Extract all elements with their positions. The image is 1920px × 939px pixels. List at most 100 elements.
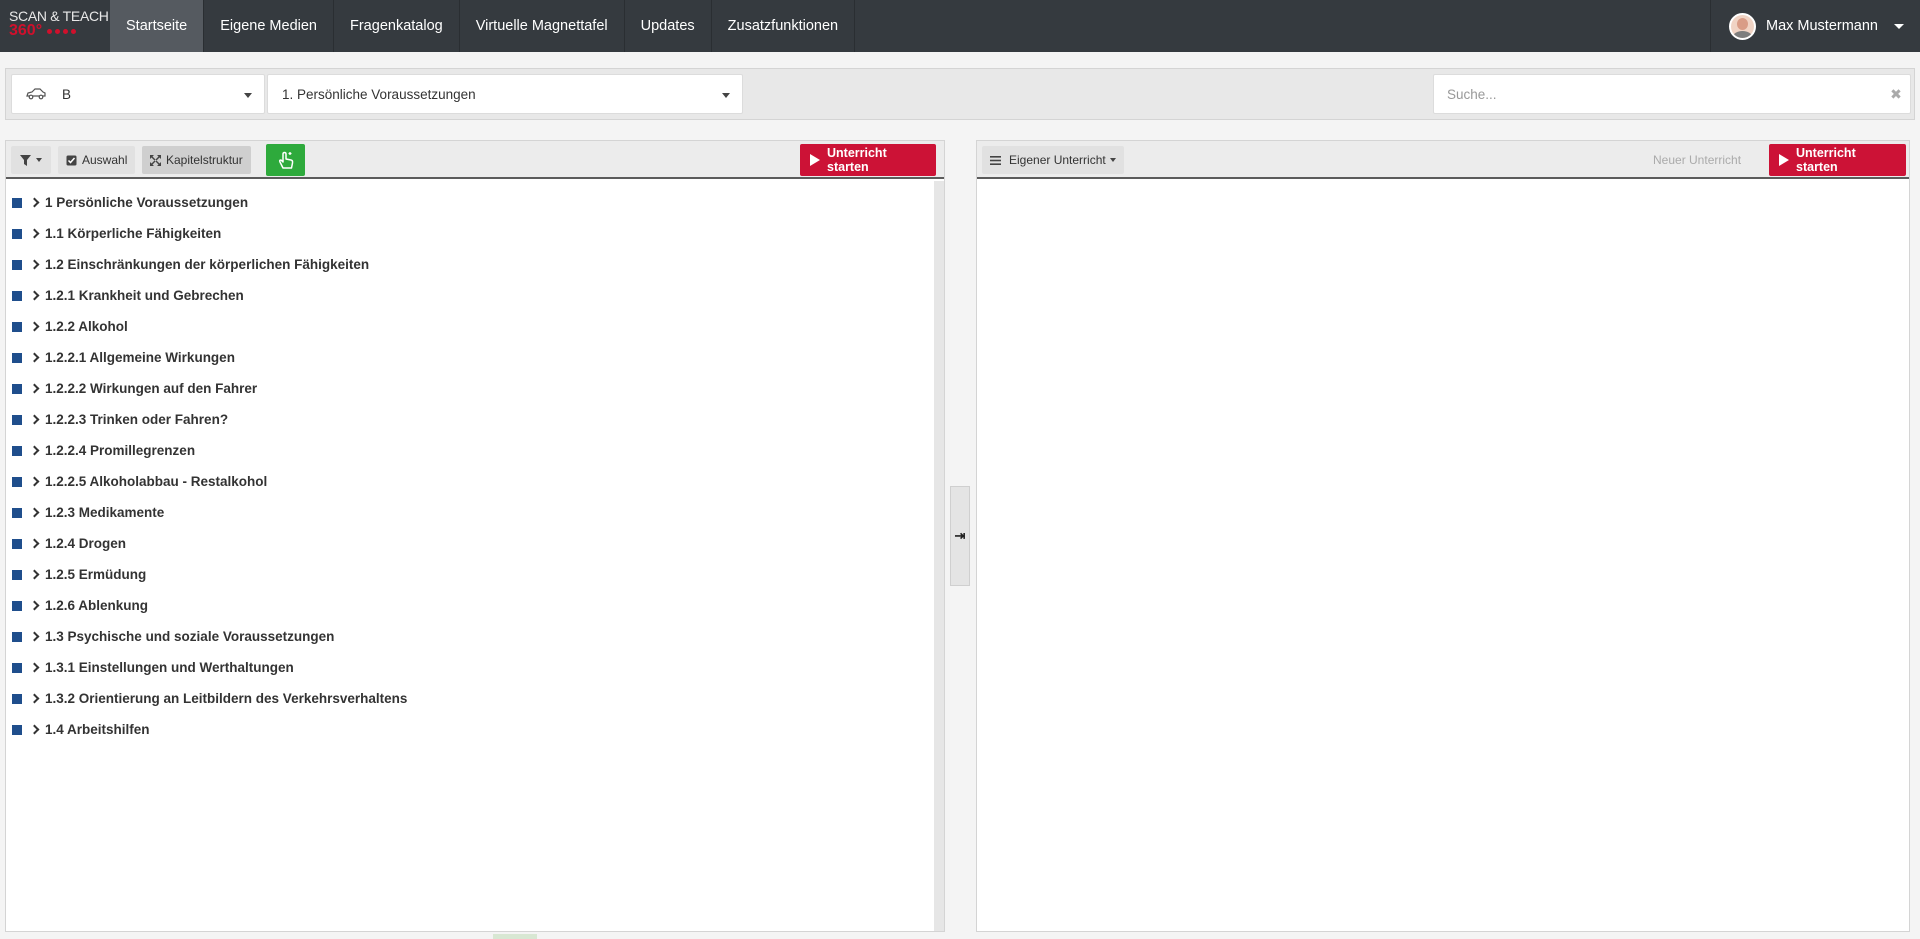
- chevron-right-icon[interactable]: [29, 724, 40, 735]
- auswahl-toggle[interactable]: Auswahl: [58, 146, 136, 174]
- tree-item-label: 1.1 Körperliche Fähigkeiten: [45, 226, 222, 241]
- class-select[interactable]: B: [11, 74, 265, 114]
- chapter-color-marker: [12, 476, 22, 487]
- tree-item[interactable]: 1.3 Psychische und soziale Voraussetzung…: [6, 621, 934, 652]
- chapter-color-marker: [12, 507, 22, 518]
- scrollbar[interactable]: [934, 181, 944, 931]
- chapter-panel-toolbar: Auswahl Kapitelstruktur Unterricht start…: [6, 141, 944, 179]
- tree-item[interactable]: 1.2.2.1 Allgemeine Wirkungen: [6, 342, 934, 373]
- arrow-right-to-bar-icon: ⇥: [954, 528, 966, 543]
- chevron-right-icon[interactable]: [29, 445, 40, 456]
- status-strip: [493, 934, 537, 939]
- tree-item[interactable]: 1.2.2.3 Trinken oder Fahren?: [6, 404, 934, 435]
- move-to-lesson-button[interactable]: ⇥: [950, 486, 970, 586]
- touch-mode-button[interactable]: [266, 144, 305, 176]
- chapter-color-marker: [12, 631, 22, 642]
- tree-item[interactable]: 1.2.1 Krankheit und Gebrechen: [6, 280, 934, 311]
- chevron-right-icon[interactable]: [29, 569, 40, 580]
- chapter-tree: 1 Persönliche Voraussetzungen 1.1 Körperl…: [6, 181, 934, 931]
- tree-item-label: 1.2.2.4 Promillegrenzen: [45, 443, 196, 458]
- chevron-right-icon[interactable]: [29, 259, 40, 270]
- top-navbar: SCAN & TEACH 360° Startseite Eigene Medi…: [0, 0, 1920, 52]
- tree-item-label: 1.3.1 Einstellungen und Werthaltungen: [45, 660, 294, 675]
- chevron-right-icon[interactable]: [29, 414, 40, 425]
- chapter-color-marker: [12, 414, 22, 425]
- auswahl-label: Auswahl: [82, 153, 128, 167]
- kapitelstruktur-toggle[interactable]: Kapitelstruktur: [142, 146, 251, 174]
- checkbox-icon: [66, 155, 77, 165]
- chapter-color-marker: [12, 383, 22, 394]
- tree-item[interactable]: 1.2.6 Ablenkung: [6, 590, 934, 621]
- search-field[interactable]: ✖: [1433, 74, 1911, 114]
- tree-item[interactable]: 1.2.2.2 Wirkungen auf den Fahrer: [6, 373, 934, 404]
- chevron-right-icon[interactable]: [29, 662, 40, 673]
- tree-item[interactable]: 1.3.1 Einstellungen und Werthaltungen: [6, 652, 934, 683]
- brand-logo[interactable]: SCAN & TEACH 360°: [0, 0, 110, 52]
- menu-icon: [990, 155, 1001, 165]
- tree-item[interactable]: 1.2.2.5 Alkoholabbau - Restalkohol: [6, 466, 934, 497]
- start-lesson-button-left[interactable]: Unterricht starten: [800, 144, 936, 176]
- own-lesson-menu[interactable]: Eigener Unterricht: [982, 146, 1124, 174]
- chapter-select-value: 1. Persönliche Voraussetzungen: [282, 86, 476, 102]
- chevron-right-icon[interactable]: [29, 197, 40, 208]
- play-icon: [810, 154, 820, 166]
- own-lesson-label: Eigener Unterricht: [1009, 153, 1106, 167]
- chevron-right-icon[interactable]: [29, 321, 40, 332]
- tree-item[interactable]: 1.2.2.4 Promillegrenzen: [6, 435, 934, 466]
- search-input[interactable]: [1434, 75, 1882, 113]
- tree-item[interactable]: 1.1 Körperliche Fähigkeiten: [6, 218, 934, 249]
- chevron-down-icon: [244, 93, 252, 98]
- tree-item[interactable]: 1.2.4 Drogen: [6, 528, 934, 559]
- chapter-color-marker: [12, 290, 22, 301]
- tree-item[interactable]: 1.2.5 Ermüdung: [6, 559, 934, 590]
- tree-item-label: 1.2.2.3 Trinken oder Fahren?: [45, 412, 229, 427]
- chapter-select[interactable]: 1. Persönliche Voraussetzungen: [267, 74, 743, 114]
- chevron-right-icon[interactable]: [29, 538, 40, 549]
- brand-line2: 360°: [9, 22, 43, 39]
- nav-startseite[interactable]: Startseite: [110, 0, 205, 52]
- chevron-right-icon[interactable]: [29, 290, 40, 301]
- chevron-right-icon[interactable]: [29, 600, 40, 611]
- lesson-panel: Eigener Unterricht Neuer Unterricht Unte…: [976, 140, 1910, 932]
- nav-zusatzfunktionen[interactable]: Zusatzfunktionen: [712, 0, 856, 52]
- avatar: [1728, 12, 1756, 40]
- filter-bar: B 1. Persönliche Voraussetzungen ✖: [5, 68, 1915, 120]
- chevron-down-icon: [1109, 158, 1116, 162]
- tree-item[interactable]: 1.4 Arbeitshilfen: [6, 714, 934, 745]
- chevron-right-icon[interactable]: [29, 693, 40, 704]
- close-icon[interactable]: ✖: [1882, 86, 1910, 103]
- filter-button[interactable]: [11, 146, 51, 174]
- start-lesson-button-right[interactable]: Unterricht starten: [1769, 144, 1906, 176]
- tree-item[interactable]: 1 Persönliche Voraussetzungen: [6, 187, 934, 218]
- chevron-right-icon[interactable]: [29, 352, 40, 363]
- tree-item[interactable]: 1.3.2 Orientierung an Leitbildern des Ve…: [6, 683, 934, 714]
- chevron-right-icon[interactable]: [29, 631, 40, 642]
- tree-item-label: 1.2.2.2 Wirkungen auf den Fahrer: [45, 381, 258, 396]
- tree-item-label: 1.2.2.1 Allgemeine Wirkungen: [45, 350, 235, 365]
- chapter-color-marker: [12, 538, 22, 549]
- chapter-color-marker: [12, 724, 22, 735]
- nav-eigene-medien[interactable]: Eigene Medien: [204, 0, 334, 52]
- tree-item[interactable]: 1.2.3 Medikamente: [6, 497, 934, 528]
- nav-fragenkatalog[interactable]: Fragenkatalog: [334, 0, 460, 52]
- nav-virtuelle-magnettafel[interactable]: Virtuelle Magnettafel: [460, 0, 625, 52]
- filter-icon: [20, 154, 31, 166]
- chevron-down-icon: [1894, 23, 1904, 29]
- chapter-color-marker: [12, 600, 22, 611]
- chevron-right-icon[interactable]: [29, 383, 40, 394]
- chevron-right-icon[interactable]: [29, 476, 40, 487]
- chevron-right-icon[interactable]: [29, 507, 40, 518]
- tree-item[interactable]: 1.2.2 Alkohol: [6, 311, 934, 342]
- tree-item[interactable]: 1.2 Einschränkungen der körperlichen Fäh…: [6, 249, 934, 280]
- brand-dots-icon: [47, 28, 77, 34]
- car-icon: [26, 88, 46, 100]
- tree-item-label: 1.2 Einschränkungen der körperlichen Fäh…: [45, 257, 370, 272]
- nav-updates[interactable]: Updates: [625, 0, 712, 52]
- chapter-color-marker: [12, 321, 22, 332]
- chevron-right-icon[interactable]: [29, 228, 40, 239]
- start-lesson-label: Unterricht starten: [1796, 146, 1856, 174]
- new-lesson-button[interactable]: Neuer Unterricht: [1645, 146, 1749, 174]
- class-select-value: B: [62, 86, 72, 102]
- user-menu[interactable]: Max Mustermann: [1709, 0, 1920, 52]
- chapter-color-marker: [12, 197, 22, 208]
